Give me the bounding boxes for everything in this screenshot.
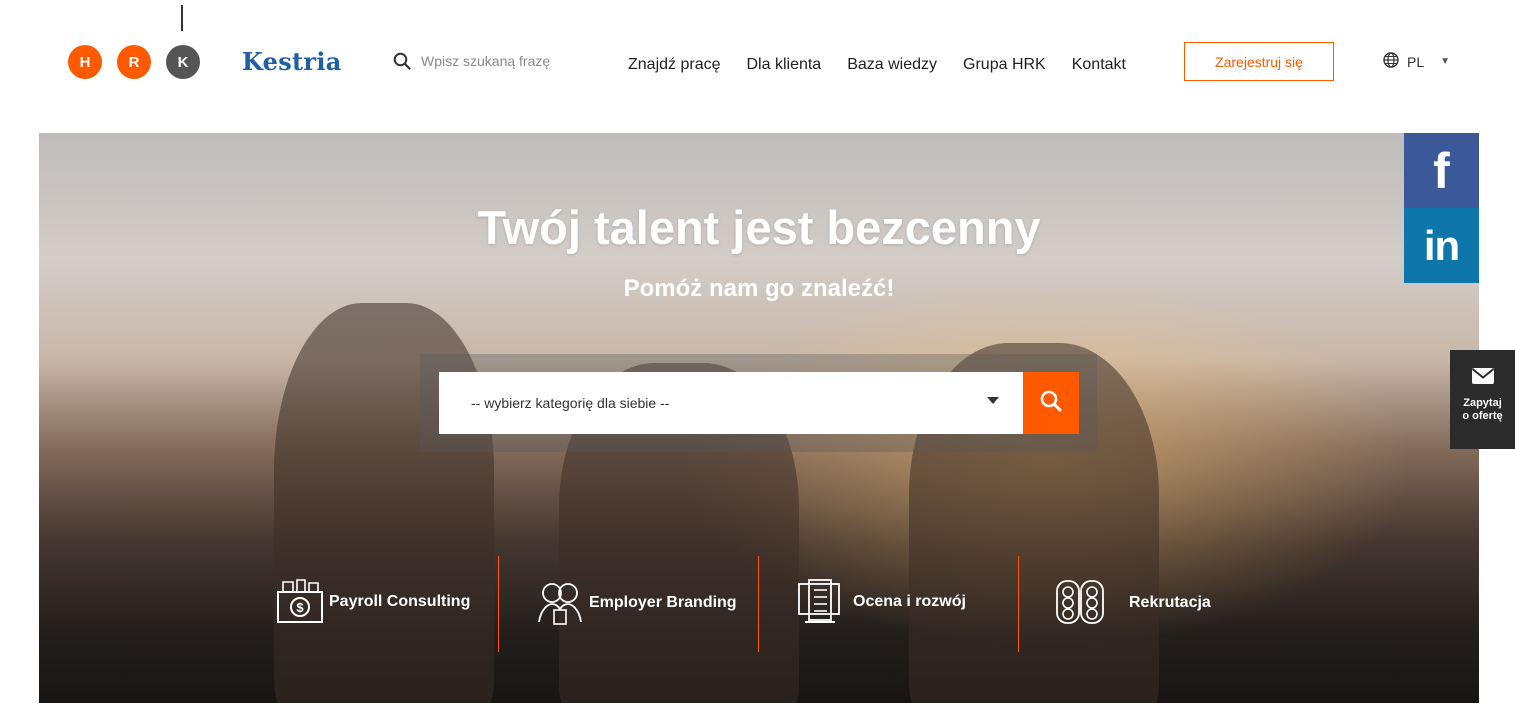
service-label: Ocena i rozwój xyxy=(853,593,966,610)
site-header: H R K Kestria Znajdź pracę Dla klienta B… xyxy=(0,0,1515,110)
ask-for-offer-tab[interactable]: Zapytaj o ofertę xyxy=(1450,350,1515,449)
category-search-button[interactable] xyxy=(1023,372,1079,434)
category-select[interactable]: -- wybierz kategorię dla siebie -- xyxy=(439,372,1023,434)
service-divider xyxy=(498,556,499,652)
recruitment-icon xyxy=(1055,578,1125,628)
linkedin-icon: in xyxy=(1423,221,1460,269)
logo-letter-h[interactable]: H xyxy=(68,45,102,79)
chevron-down-icon: ▼ xyxy=(1440,56,1451,67)
hero-title: Twój talent jest bezcenny xyxy=(477,201,1041,254)
service-payroll-consulting[interactable]: $ Payroll Consulting xyxy=(275,578,470,626)
logo-letter-k[interactable]: K xyxy=(166,45,200,79)
main-nav: Znajdź pracę Dla klienta Baza wiedzy Gru… xyxy=(628,56,1126,74)
search-input[interactable] xyxy=(421,53,581,69)
nav-item-baza-wiedzy[interactable]: Baza wiedzy xyxy=(847,56,937,74)
mail-icon xyxy=(1450,367,1515,389)
search-icon xyxy=(1039,389,1063,418)
service-divider xyxy=(1018,556,1019,652)
services-bar: $ Payroll Consulting Employer Branding O… xyxy=(39,556,1479,652)
nav-item-dla-klienta[interactable]: Dla klienta xyxy=(747,56,822,74)
nav-item-grupa-hrk[interactable]: Grupa HRK xyxy=(963,56,1046,74)
service-rekrutacja[interactable]: Rekrutacja xyxy=(1055,578,1211,628)
service-divider xyxy=(758,556,759,652)
contact-label-line2: o ofertę xyxy=(1462,410,1503,422)
logo-divider xyxy=(181,5,183,31)
contact-label-line1: Zapytaj xyxy=(1463,397,1502,409)
search-icon[interactable] xyxy=(393,52,411,70)
register-button[interactable]: Zarejestruj się xyxy=(1184,42,1334,81)
globe-icon xyxy=(1383,52,1399,71)
service-label: Employer Branding xyxy=(589,594,737,611)
nav-item-kontakt[interactable]: Kontakt xyxy=(1072,56,1126,74)
service-employer-branding[interactable]: Employer Branding xyxy=(535,578,737,628)
svg-text:$: $ xyxy=(296,600,304,615)
language-label: PL xyxy=(1407,53,1425,70)
hero-banner: Twój talent jest bezcenny Pomóż nam go z… xyxy=(39,133,1479,703)
payroll-icon: $ xyxy=(275,578,325,626)
hero-subtitle: Pomóż nam go znaleźć! xyxy=(623,275,895,302)
service-label: Payroll Consulting xyxy=(329,593,471,610)
kestria-logo[interactable]: Kestria xyxy=(242,47,342,76)
service-label: Rekrutacja xyxy=(1129,594,1211,611)
nav-item-znajdz-prace[interactable]: Znajdź pracę xyxy=(628,56,721,74)
employer-branding-icon xyxy=(535,578,585,628)
linkedin-link[interactable]: in xyxy=(1404,208,1479,283)
assessment-icon xyxy=(795,578,849,626)
category-select-value: -- wybierz kategorię dla siebie -- xyxy=(471,395,670,411)
logo-letter-r[interactable]: R xyxy=(117,45,151,79)
facebook-link[interactable]: f xyxy=(1404,133,1479,208)
chevron-down-icon xyxy=(987,397,999,404)
facebook-icon: f xyxy=(1433,142,1450,199)
search-bar[interactable] xyxy=(393,52,581,70)
language-selector[interactable]: PL ▼ xyxy=(1383,52,1450,71)
service-ocena-i-rozwoj[interactable]: Ocena i rozwój xyxy=(795,578,966,626)
